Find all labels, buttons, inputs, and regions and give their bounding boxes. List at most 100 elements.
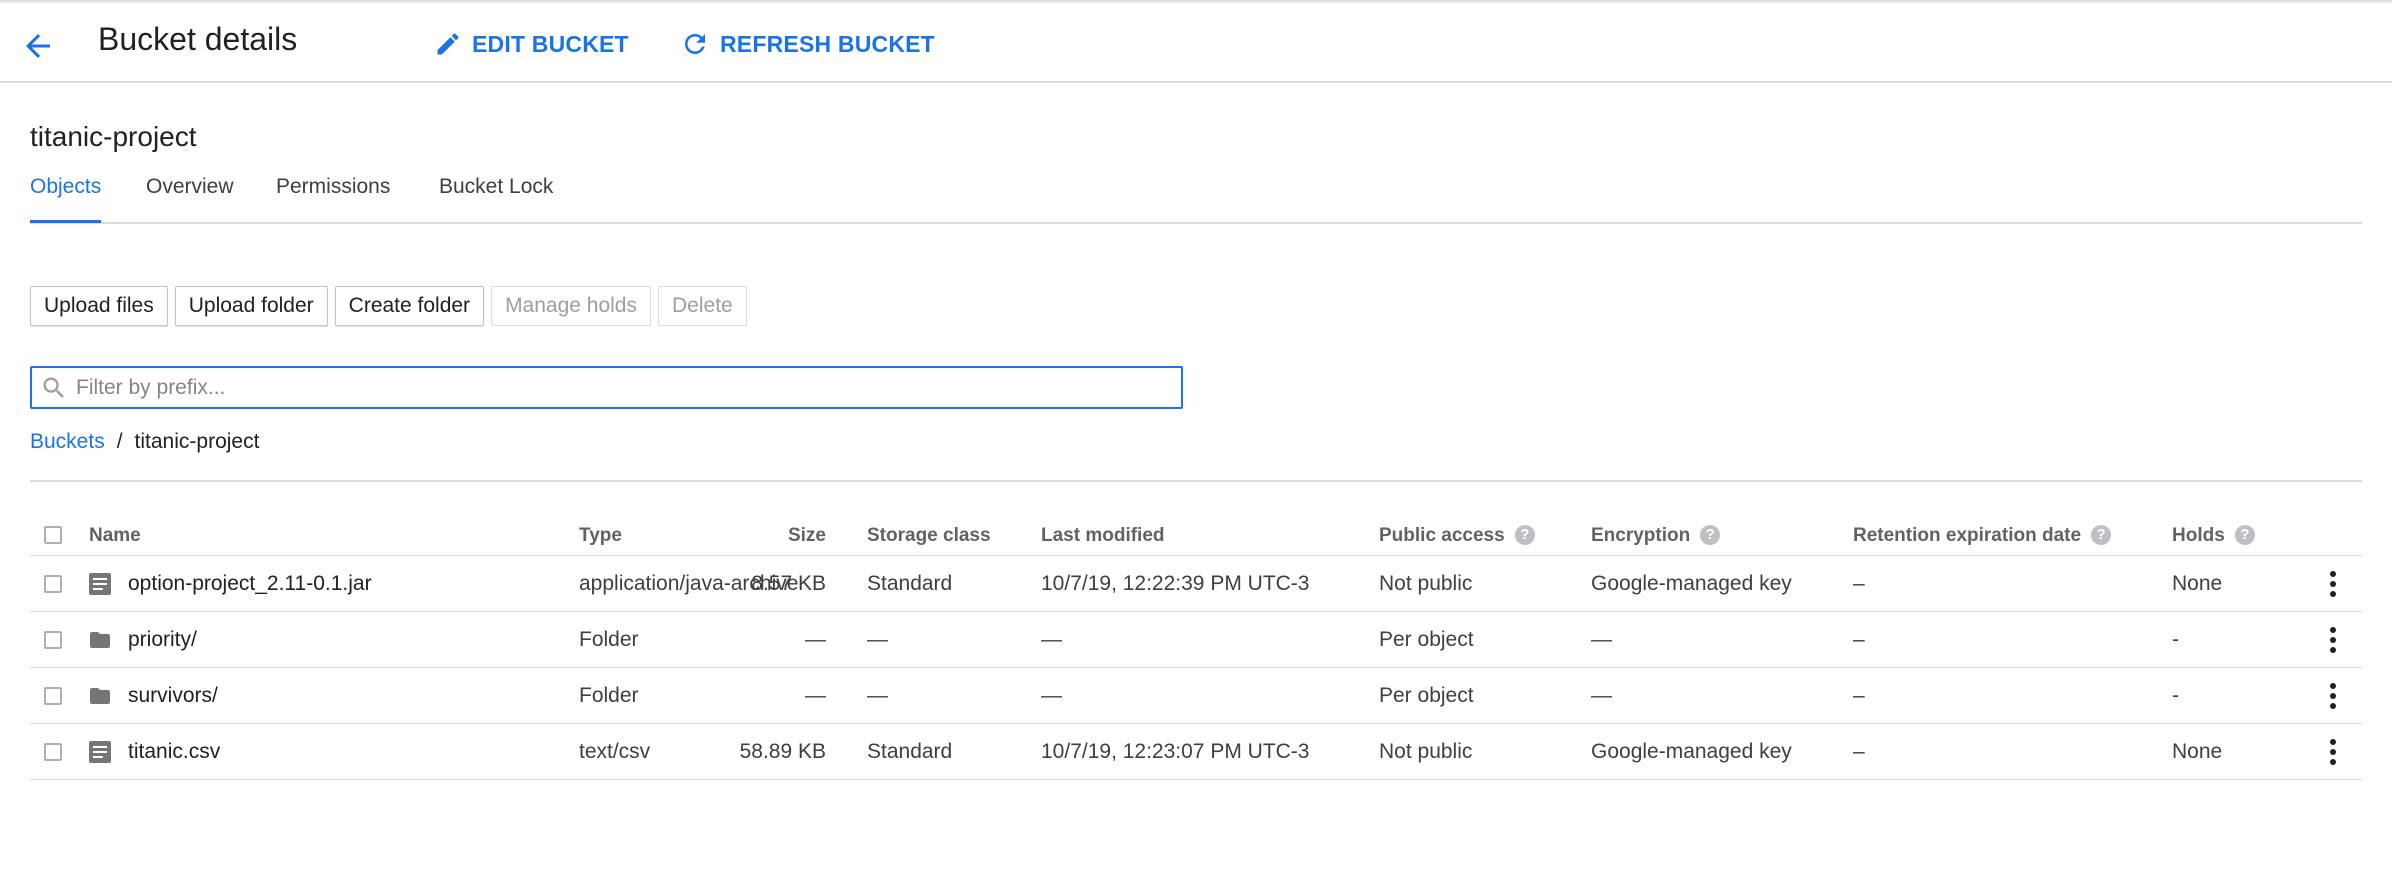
objects-table: Name Size Type Storage class Last modifi… [30, 517, 2362, 780]
column-header-storage-class[interactable]: Storage class [867, 517, 991, 555]
tab-bar: Objects Overview Permissions Bucket Lock [30, 175, 2362, 224]
refresh-bucket-button[interactable]: REFRESH BUCKET [680, 25, 935, 63]
tab-bucket-lock[interactable]: Bucket Lock [439, 175, 553, 220]
column-header-holds-label: Holds [2172, 525, 2225, 546]
table-header-row: Name Size Type Storage class Last modifi… [30, 517, 2362, 556]
object-name-link[interactable]: titanic.csv [128, 724, 220, 779]
object-size: — [805, 683, 826, 707]
section-divider [30, 480, 2362, 482]
object-last-modified: — [1041, 683, 1062, 707]
refresh-icon [685, 34, 705, 54]
object-name-link[interactable]: priority/ [128, 612, 197, 667]
object-last-modified: — [1041, 627, 1062, 651]
object-encryption: — [1591, 627, 1612, 651]
manage-holds-button[interactable]: Manage holds [491, 286, 651, 326]
tab-permissions[interactable]: Permissions [276, 175, 390, 220]
column-header-encryption-label: Encryption [1591, 525, 1691, 546]
file-icon [89, 740, 111, 763]
object-holds: - [2172, 683, 2179, 707]
bucket-name: titanic-project [30, 121, 197, 152]
object-retention: – [1853, 683, 1865, 707]
row-checkbox[interactable] [44, 742, 62, 761]
row-more-menu-button[interactable] [2321, 668, 2345, 723]
column-header-last-modified[interactable]: Last modified [1041, 517, 1165, 555]
column-header-retention[interactable]: Retention expiration date ? [1853, 517, 2112, 555]
breadcrumb: Buckets / titanic-project [30, 430, 259, 454]
object-retention: – [1853, 627, 1865, 651]
object-public-access: Per object [1379, 627, 1474, 651]
object-storage-class: — [867, 683, 888, 707]
object-size: — [805, 627, 826, 651]
delete-button[interactable]: Delete [658, 286, 747, 326]
help-icon[interactable]: ? [2091, 525, 2112, 545]
object-retention: – [1853, 571, 1865, 595]
back-button[interactable] [20, 28, 56, 64]
more-vert-icon [2330, 570, 2336, 597]
page-header: Bucket details EDIT BUCKET REFRESH BUCKE… [0, 3, 2392, 83]
create-folder-button[interactable]: Create folder [334, 286, 485, 326]
object-holds: - [2172, 627, 2179, 651]
object-last-modified: 10/7/19, 12:23:07 PM UTC-3 [1041, 739, 1310, 763]
object-name-link[interactable]: survivors/ [128, 668, 218, 723]
select-all-checkbox[interactable] [44, 526, 62, 544]
more-vert-icon [2330, 738, 2336, 765]
column-header-name[interactable]: Name [89, 517, 141, 555]
breadcrumb-current: titanic-project [134, 430, 260, 453]
column-header-encryption[interactable]: Encryption ? [1591, 517, 1721, 555]
object-name-link[interactable]: option-project_2.11-0.1.jar [128, 556, 372, 611]
edit-bucket-label: EDIT BUCKET [472, 30, 629, 57]
object-size: 58.89 KB [739, 739, 826, 763]
table-row[interactable]: option-project_2.11-0.1.jar 8.57 KB appl… [30, 556, 2362, 612]
object-holds: None [2172, 571, 2223, 595]
refresh-bucket-label: REFRESH BUCKET [720, 30, 935, 57]
object-public-access: Per object [1379, 683, 1474, 707]
row-checkbox[interactable] [44, 574, 62, 593]
row-more-menu-button[interactable] [2321, 556, 2345, 611]
row-checkbox[interactable] [44, 686, 62, 705]
object-storage-class: Standard [867, 739, 953, 763]
column-header-type[interactable]: Type [579, 517, 622, 555]
upload-files-button[interactable]: Upload files [30, 286, 168, 326]
object-public-access: Not public [1379, 571, 1473, 595]
row-checkbox[interactable] [44, 630, 62, 649]
folder-icon [90, 631, 110, 648]
column-header-size[interactable]: Size [788, 517, 826, 555]
filter-prefix-input[interactable] [74, 374, 1158, 401]
row-more-menu-button[interactable] [2321, 612, 2345, 667]
more-vert-icon [2330, 682, 2336, 709]
breadcrumb-buckets-link[interactable]: Buckets [30, 430, 105, 454]
help-icon[interactable]: ? [1514, 525, 1535, 545]
object-holds: None [2172, 739, 2223, 763]
help-icon[interactable]: ? [2234, 525, 2255, 545]
breadcrumb-separator: / [116, 430, 123, 453]
object-retention: – [1853, 739, 1865, 763]
table-row[interactable]: survivors/ — Folder — — Per object — – - [30, 668, 2362, 724]
arrow-back-icon [26, 34, 50, 58]
column-header-retention-label: Retention expiration date [1853, 525, 2082, 546]
tab-overview[interactable]: Overview [146, 175, 234, 220]
row-more-menu-button[interactable] [2321, 724, 2345, 779]
table-row[interactable]: titanic.csv 58.89 KB text/csv Standard 1… [30, 724, 2362, 780]
column-header-holds[interactable]: Holds ? [2172, 517, 2255, 555]
object-last-modified: 10/7/19, 12:22:39 PM UTC-3 [1041, 571, 1310, 595]
object-toolbar: Upload files Upload folder Create folder… [30, 286, 747, 326]
object-type: text/csv [579, 739, 651, 763]
page-title: Bucket details [98, 21, 298, 57]
search-icon [43, 377, 64, 398]
table-row[interactable]: priority/ — Folder — — Per object — – - [30, 612, 2362, 668]
upload-folder-button[interactable]: Upload folder [174, 286, 328, 326]
column-header-public-access-label: Public access [1379, 525, 1505, 546]
object-storage-class: — [867, 627, 888, 651]
pencil-icon [437, 33, 459, 55]
help-icon[interactable]: ? [1700, 525, 1721, 545]
more-vert-icon [2330, 626, 2336, 653]
edit-bucket-button[interactable]: EDIT BUCKET [434, 25, 629, 63]
object-type: Folder [579, 683, 639, 707]
file-icon [89, 572, 111, 595]
object-type: application/java-archive [579, 571, 799, 595]
column-header-public-access[interactable]: Public access ? [1379, 517, 1535, 555]
filter-box [30, 366, 1183, 409]
tab-objects[interactable]: Objects [30, 175, 102, 223]
object-storage-class: Standard [867, 571, 953, 595]
folder-icon [90, 687, 110, 704]
